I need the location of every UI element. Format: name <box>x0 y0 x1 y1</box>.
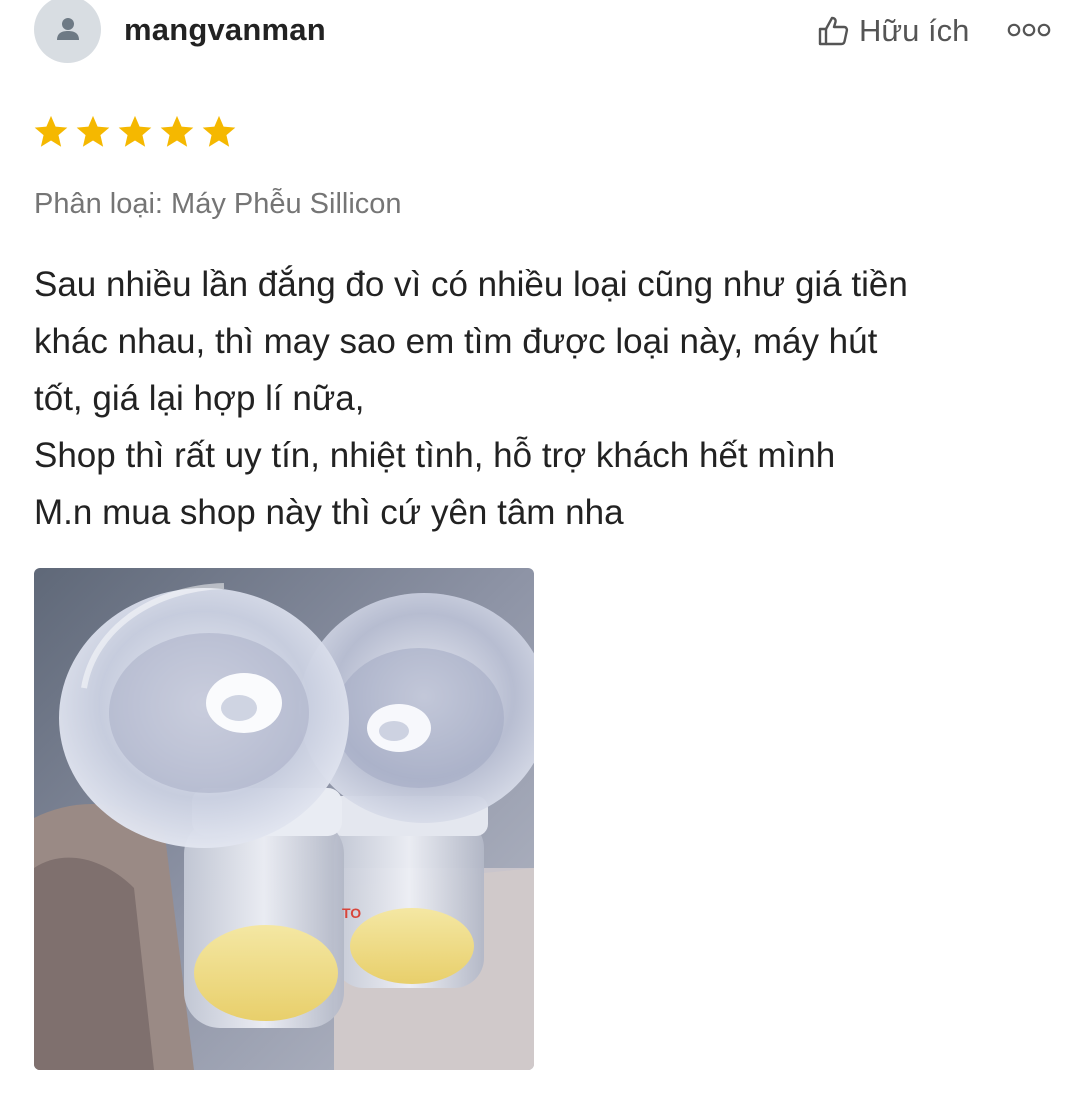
star-icon <box>34 115 68 147</box>
star-icon <box>160 115 194 147</box>
thumbs-up-icon <box>815 13 851 49</box>
review-text-line: Sau nhiều lần đắng đo vì có nhiều loại c… <box>34 265 908 304</box>
star-rating <box>32 113 238 151</box>
review-text-line: khác nhau, thì may sao em tìm được loại … <box>34 322 878 361</box>
review-text: Sau nhiều lần đắng đo vì có nhiều loại c… <box>34 256 1044 541</box>
review-card: mangvanman Hữu ích Phân loại: Máy Phễu S… <box>0 0 1080 1103</box>
helpful-button[interactable]: Hữu ích <box>815 10 969 52</box>
product-variation: Phân loại: Máy Phễu Sillicon <box>34 188 402 220</box>
review-text-line: M.n mua shop này thì cứ yên tâm nha <box>34 493 624 532</box>
star-icon <box>76 115 110 147</box>
review-text-line: Shop thì rất uy tín, nhiệt tình, hỗ trợ … <box>34 436 836 475</box>
breast-pump-photo: TO <box>34 568 534 1070</box>
more-options-icon <box>1007 23 1051 37</box>
star-icon <box>118 115 152 147</box>
reviewer-username[interactable]: mangvanman <box>124 12 326 48</box>
review-text-line: tốt, giá lại hợp lí nữa, <box>34 379 365 418</box>
avatar[interactable] <box>34 0 101 63</box>
user-icon <box>56 17 79 40</box>
review-photo[interactable]: TO <box>34 568 534 1070</box>
star-icon <box>202 115 236 147</box>
helpful-label: Hữu ích <box>859 13 970 48</box>
bottle-label: TO <box>342 905 361 921</box>
more-options-button[interactable] <box>1006 18 1052 42</box>
